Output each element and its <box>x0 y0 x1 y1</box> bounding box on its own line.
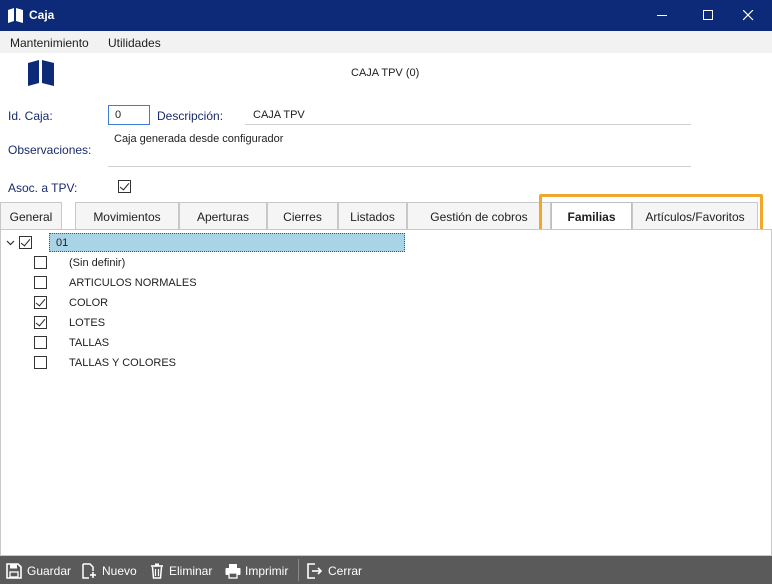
imprimir-label: Imprimir <box>245 564 289 578</box>
window-title: Caja <box>29 8 55 22</box>
title-bar: Caja <box>0 0 772 31</box>
chevron-down-icon[interactable] <box>6 238 15 247</box>
tree-item-checkbox[interactable] <box>34 276 47 289</box>
tree-item-label[interactable]: LOTES <box>69 317 105 329</box>
tree-item-checkbox[interactable] <box>34 256 47 269</box>
tab-movimientos[interactable]: Movimientos <box>75 202 179 229</box>
exit-icon <box>307 563 323 579</box>
trash-icon <box>151 563 163 579</box>
descripcion-input[interactable]: CAJA TPV <box>253 109 305 121</box>
asoc-tpv-checkbox[interactable] <box>118 180 131 193</box>
tree-item-checkbox[interactable] <box>34 356 47 369</box>
minimize-button[interactable] <box>640 0 686 31</box>
tab-gestion-cobros[interactable]: Gestión de cobros <box>407 202 551 229</box>
tab-cierres[interactable]: Cierres <box>267 202 338 229</box>
nuevo-label: Nuevo <box>102 564 137 578</box>
tree-item-checkbox[interactable] <box>34 316 47 329</box>
close-icon <box>743 10 754 21</box>
tree-item-label[interactable]: TALLAS <box>69 337 109 349</box>
cerrar-button[interactable]: Cerrar <box>307 556 365 584</box>
footer-toolbar: Guardar Nuevo Eliminar Imprimir Cerrar <box>0 556 772 584</box>
caja-logo-icon <box>28 60 54 86</box>
guardar-label: Guardar <box>27 564 72 578</box>
eliminar-label: Eliminar <box>169 564 213 578</box>
minimize-icon <box>657 15 667 16</box>
cerrar-label: Cerrar <box>328 564 363 578</box>
printer-icon <box>225 564 241 579</box>
tree-item-checkbox[interactable] <box>34 296 47 309</box>
tab-general[interactable]: General <box>0 202 62 229</box>
save-icon <box>6 563 22 579</box>
tab-aperturas[interactable]: Aperturas <box>179 202 267 229</box>
observaciones-label: Observaciones: <box>8 143 92 157</box>
tree-root-label[interactable]: 01 <box>49 233 405 252</box>
observaciones-input[interactable]: Caja generada desde configurador <box>114 133 283 145</box>
menu-bar: Mantenimiento Utilidades <box>0 31 772 53</box>
tree-root-checkbox[interactable] <box>19 236 32 249</box>
imprimir-button[interactable]: Imprimir <box>225 556 293 584</box>
tab-familias[interactable]: Familias <box>551 202 632 230</box>
tree-item-label[interactable]: (Sin definir) <box>69 257 125 269</box>
menu-utilidades[interactable]: Utilidades <box>108 36 161 50</box>
form-header: CAJA TPV (0) <box>351 67 420 79</box>
tree-item-label[interactable]: COLOR <box>69 297 108 309</box>
app-logo-icon <box>8 8 23 23</box>
maximize-icon <box>703 10 713 20</box>
descripcion-label: Descripción: <box>157 109 224 123</box>
close-button[interactable] <box>726 0 772 31</box>
guardar-button[interactable]: Guardar <box>6 556 72 584</box>
tab-listados[interactable]: Listados <box>338 202 407 229</box>
tree-item-label[interactable]: TALLAS Y COLORES <box>69 357 176 369</box>
toolbar-separator <box>298 559 299 581</box>
tab-articulos-favoritos[interactable]: Artículos/Favoritos <box>632 202 758 229</box>
id-caja-label: Id. Caja: <box>8 109 53 123</box>
eliminar-button[interactable]: Eliminar <box>149 556 215 584</box>
tree-item-label[interactable]: ARTICULOS NORMALES <box>69 277 197 289</box>
observaciones-underline <box>108 166 691 167</box>
new-document-icon <box>82 563 96 579</box>
id-caja-input[interactable]: 0 <box>108 105 150 125</box>
asoc-tpv-label: Asoc. a TPV: <box>8 181 78 195</box>
menu-mantenimiento[interactable]: Mantenimiento <box>10 36 89 50</box>
tree-item-checkbox[interactable] <box>34 336 47 349</box>
descripcion-underline <box>245 124 691 125</box>
tab-strip: General Movimientos Aperturas Cierres Li… <box>0 202 772 230</box>
nuevo-button[interactable]: Nuevo <box>81 556 137 584</box>
